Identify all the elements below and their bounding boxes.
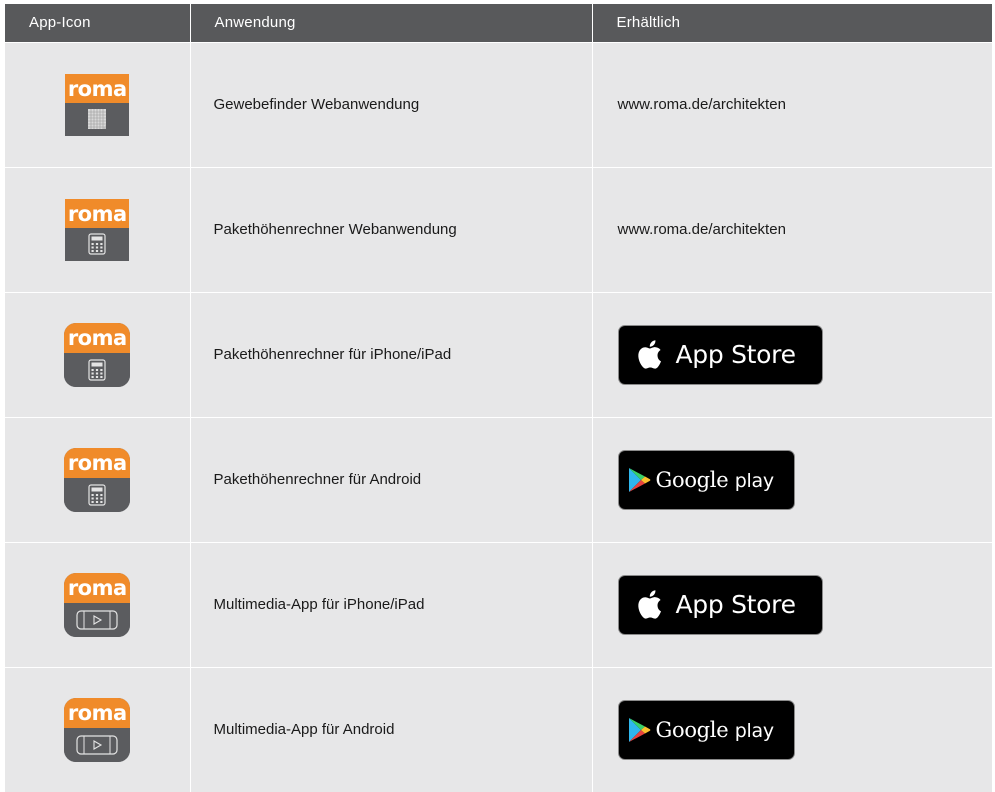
roma-logo: roma: [65, 73, 130, 104]
media-player-icon: [76, 735, 118, 755]
google-play-badge[interactable]: Google play: [617, 699, 795, 760]
roma-logo: roma: [64, 697, 131, 729]
app-store-label: App Store: [675, 590, 796, 619]
roma-logo: roma: [64, 447, 131, 479]
header-application: Anwendung: [189, 4, 592, 42]
roma-app-icon: roma: [65, 198, 130, 261]
google-word: Google: [655, 467, 729, 492]
app-name: Pakethöhenrechner für Android: [189, 416, 592, 542]
google-play-icon: [628, 467, 650, 492]
roma-app-icon: roma: [64, 572, 131, 637]
calculator-icon: [88, 359, 106, 381]
app-table-container: App-Icon Anwendung Erhältlich roma Geweb…: [5, 4, 992, 792]
fabric-swatch-icon: [88, 109, 107, 130]
apple-icon: [637, 340, 661, 369]
app-store-badge[interactable]: App Store: [617, 324, 823, 385]
table-row: roma: [5, 416, 992, 542]
google-word: Google: [655, 717, 729, 742]
roma-app-icon: roma: [65, 73, 130, 136]
app-name: Gewebefinder Webanwendung: [189, 41, 592, 167]
roma-logo: roma: [64, 322, 131, 354]
table-row: roma Multimedia-App für Android Google p…: [5, 666, 992, 792]
app-store-label: App Store: [675, 340, 796, 369]
app-name: Multimedia-App für iPhone/iPad: [189, 541, 592, 667]
table-row: roma: [5, 166, 992, 292]
google-play-badge[interactable]: Google play: [617, 449, 795, 510]
table-row: roma: [5, 291, 992, 417]
roma-logo: roma: [65, 198, 130, 229]
play-word: play: [734, 469, 774, 492]
roma-app-icon: roma: [64, 447, 131, 512]
app-store-badge[interactable]: App Store: [617, 574, 823, 635]
header-availability: Erhältlich: [591, 4, 992, 42]
play-word: play: [734, 719, 774, 742]
availability-link[interactable]: www.roma.de/architekten: [591, 166, 992, 292]
table-row: roma: [5, 41, 992, 167]
google-play-icon: [628, 717, 650, 742]
app-name: Pakethöhenrechner Webanwendung: [189, 166, 592, 292]
app-name: Pakethöhenrechner für iPhone/iPad: [189, 291, 592, 417]
availability-link[interactable]: www.roma.de/architekten: [591, 41, 992, 167]
app-table: App-Icon Anwendung Erhältlich roma Geweb…: [5, 4, 992, 792]
calculator-icon: [88, 233, 106, 255]
table-header-row: App-Icon Anwendung Erhältlich: [5, 4, 992, 42]
roma-app-icon: roma: [64, 322, 131, 387]
header-app-icon: App-Icon: [5, 4, 190, 42]
calculator-icon: [88, 484, 106, 506]
media-player-icon: [76, 610, 118, 630]
apple-icon: [637, 590, 661, 619]
app-name: Multimedia-App für Android: [189, 666, 592, 792]
roma-app-icon: roma: [64, 697, 131, 762]
roma-logo: roma: [64, 572, 131, 604]
table-row: roma Multimedia-App für iPhone/iPad App …: [5, 541, 992, 667]
